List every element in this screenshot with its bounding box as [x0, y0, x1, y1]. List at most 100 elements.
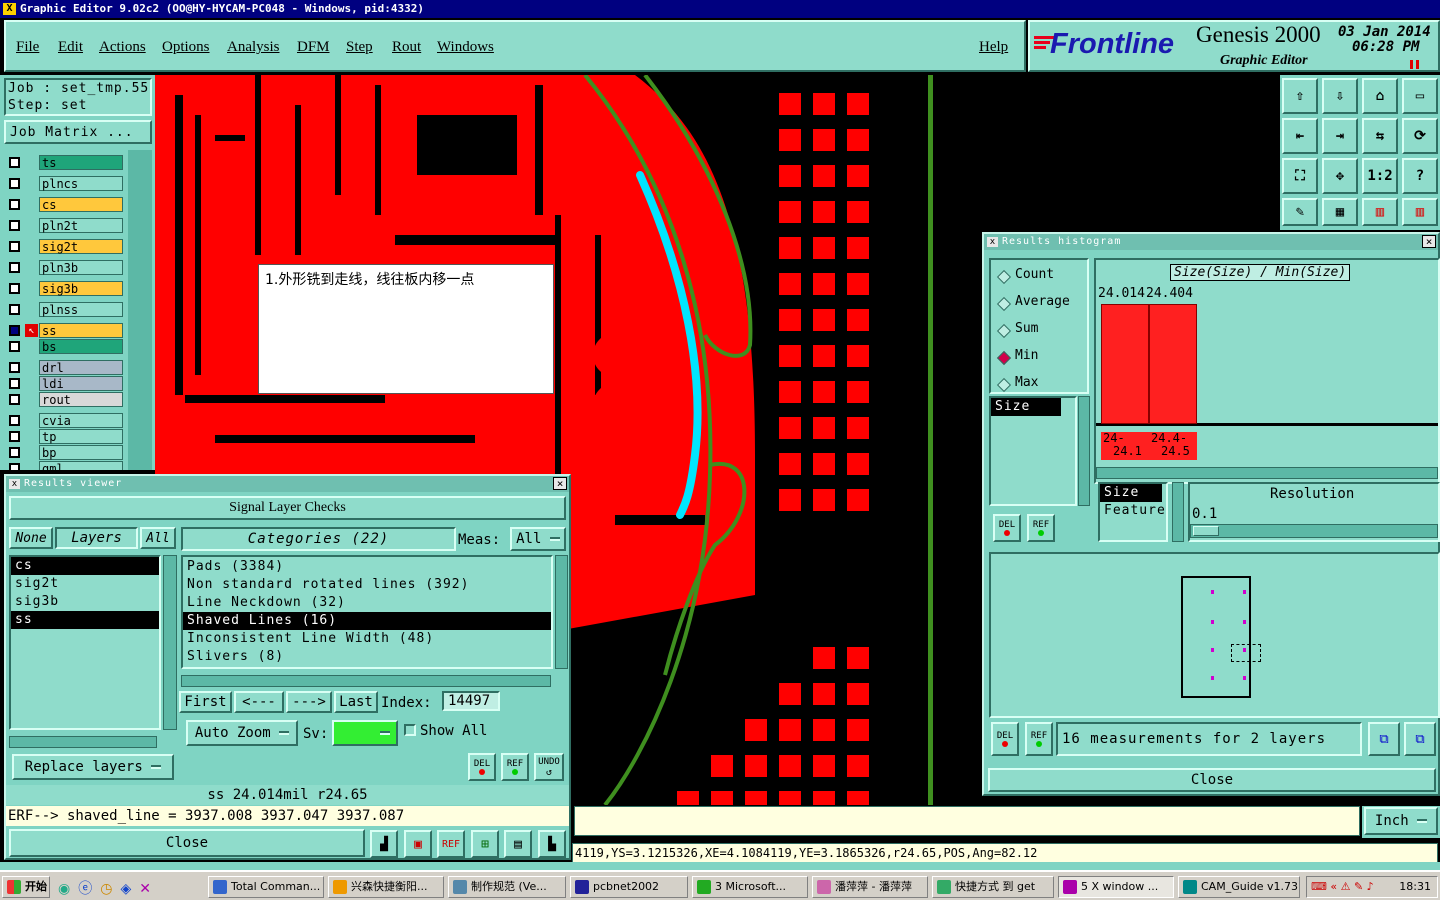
fit-icon[interactable]: ⛶: [1282, 158, 1318, 194]
taskbar-item[interactable]: Total Comman...: [208, 876, 324, 898]
command-line[interactable]: [574, 806, 1360, 836]
browser-icon[interactable]: ◈: [120, 881, 139, 897]
results-close-button[interactable]: Close: [9, 829, 365, 857]
layer-name[interactable]: ts: [39, 155, 123, 170]
category-item[interactable]: Pads (3384): [183, 558, 551, 576]
histogram-icon[interactable]: ▙: [538, 830, 566, 858]
category-item[interactable]: Inconsistent Line Width (48): [183, 630, 551, 648]
tray-icons[interactable]: ⌨ « ⚠ ✎ ♪: [1311, 877, 1374, 897]
prev-button[interactable]: <---: [234, 691, 284, 713]
layer-row-sig2t[interactable]: sig2t: [6, 238, 124, 255]
layer-checkbox[interactable]: [9, 415, 20, 426]
layer-row-cs[interactable]: cs: [6, 196, 124, 213]
job-matrix-button[interactable]: Job Matrix ...: [4, 120, 152, 144]
layer-row-cvia[interactable]: cvia: [6, 412, 124, 429]
layer-name[interactable]: cvia: [39, 413, 123, 428]
layer-checkbox[interactable]: [9, 157, 20, 168]
menu-help[interactable]: Help: [979, 39, 1008, 56]
x-icon[interactable]: ✕: [139, 881, 159, 897]
layer-checkbox[interactable]: [9, 325, 20, 336]
slider-thumb[interactable]: [1193, 526, 1219, 536]
layer-row-gml[interactable]: gml: [6, 460, 124, 470]
clock-icon[interactable]: ◷: [100, 881, 120, 897]
help-icon[interactable]: ?: [1402, 158, 1438, 194]
window-icon[interactable]: ▭: [1402, 78, 1438, 114]
step-up-icon[interactable]: ⇧: [1282, 78, 1318, 114]
field-item[interactable]: Size: [991, 398, 1061, 416]
histogram-close-button[interactable]: Close: [988, 768, 1436, 792]
layer-name[interactable]: sig2t: [39, 239, 123, 254]
layer-row-bs[interactable]: bs: [6, 338, 124, 355]
pause-icon[interactable]: [1410, 60, 1419, 69]
category-item[interactable]: Shaved Lines (16): [183, 612, 551, 630]
taskbar-item[interactable]: 制作规范 (Ve...: [448, 876, 566, 898]
category-item[interactable]: Line Neckdown (32): [183, 594, 551, 612]
feature-type-list[interactable]: Size Feature: [1098, 482, 1168, 542]
ie-icon[interactable]: ⓔ: [78, 881, 100, 897]
layers-red-icon-2[interactable]: ▥: [1402, 198, 1438, 226]
close-icon[interactable]: ×: [553, 477, 567, 490]
histogram-bar-1[interactable]: [1101, 304, 1149, 424]
layer-row-plncs[interactable]: plncs: [6, 175, 124, 192]
layer-hscroll[interactable]: [9, 736, 157, 748]
layer-checkbox[interactable]: [9, 241, 20, 252]
none-button[interactable]: None: [9, 527, 53, 549]
layer-name[interactable]: drl: [39, 360, 123, 375]
layer-checkbox[interactable]: [9, 341, 20, 352]
result-layer-item[interactable]: ss: [11, 611, 159, 629]
sv-color-select[interactable]: [332, 720, 398, 746]
taskbar-item[interactable]: 快捷方式 到 get: [932, 876, 1054, 898]
taskbar-item[interactable]: 3 Microsoft...: [692, 876, 808, 898]
start-button[interactable]: 开始: [2, 876, 50, 898]
display-icon[interactable]: ▟: [370, 830, 398, 858]
layer-checkbox[interactable]: [9, 431, 20, 442]
layer-checkbox[interactable]: [9, 283, 20, 294]
menu-edit[interactable]: Edit: [58, 39, 83, 56]
zoom-out-icon[interactable]: ⇤: [1282, 118, 1318, 154]
histogram-field-list[interactable]: Size: [989, 396, 1077, 506]
ref-button[interactable]: REF: [501, 753, 529, 781]
undo-button[interactable]: UNDO ↺: [534, 753, 564, 781]
network-icon[interactable]: ◉: [58, 881, 78, 897]
layer-checkbox[interactable]: [9, 394, 20, 405]
all-button[interactable]: All: [140, 527, 176, 549]
monitor-icon[interactable]: ▣: [404, 830, 432, 858]
layer-checkbox[interactable]: [9, 199, 20, 210]
show-all-checkbox[interactable]: [404, 724, 416, 736]
radio-max[interactable]: [996, 377, 1012, 393]
layer-list-scrollbar[interactable]: [128, 150, 152, 470]
rotate-icon[interactable]: ⟳: [1402, 118, 1438, 154]
layers-red-icon[interactable]: ▥: [1362, 198, 1398, 226]
layer-row-pln2t[interactable]: pln2t: [6, 217, 124, 234]
taskbar-item[interactable]: 5 X window ...: [1058, 876, 1174, 898]
layer-checkbox[interactable]: [9, 362, 20, 373]
categories-list[interactable]: Pads (3384) Non standard rotated lines (3…: [181, 555, 553, 669]
no-ref-icon[interactable]: REF: [437, 830, 465, 858]
hist-del-button[interactable]: DEL: [993, 514, 1021, 542]
layer-name[interactable]: tp: [39, 429, 123, 444]
zoom-in-icon[interactable]: ⇥: [1322, 118, 1358, 154]
preview-ref-button[interactable]: REF: [1025, 722, 1053, 756]
preview-pan-icon[interactable]: ⧉: [1404, 722, 1436, 756]
layer-name[interactable]: ldi: [39, 376, 123, 391]
layer-results-list[interactable]: cs sig2t sig3b ss: [9, 555, 161, 730]
del-button[interactable]: DEL: [468, 753, 496, 781]
layer-name[interactable]: pln2t: [39, 218, 123, 233]
grid-icon[interactable]: ▦: [1322, 198, 1358, 226]
layer-row-drl[interactable]: drl: [6, 359, 124, 376]
preview-zoom-icon[interactable]: ⧉: [1368, 722, 1400, 756]
layer-row-bp[interactable]: bp: [6, 444, 124, 461]
category-item[interactable]: Non standard rotated lines (392): [183, 576, 551, 594]
feature-list-scrollbar[interactable]: [1172, 482, 1184, 542]
layer-checkbox[interactable]: [9, 178, 20, 189]
menu-analysis[interactable]: Analysis: [227, 39, 280, 56]
layer-name[interactable]: plnss: [39, 302, 123, 317]
layer-list-scrollbar[interactable]: [163, 555, 177, 730]
layer-row-tp[interactable]: tp: [6, 428, 124, 445]
edit-icon[interactable]: ✎: [1282, 198, 1318, 226]
zoom-box[interactable]: [1231, 644, 1261, 662]
bin-label-1[interactable]: 24- 24.1: [1101, 432, 1149, 460]
chart-hscroll[interactable]: [1096, 467, 1438, 479]
layer-checkbox[interactable]: [9, 378, 20, 389]
layer-name[interactable]: ss: [39, 323, 123, 338]
